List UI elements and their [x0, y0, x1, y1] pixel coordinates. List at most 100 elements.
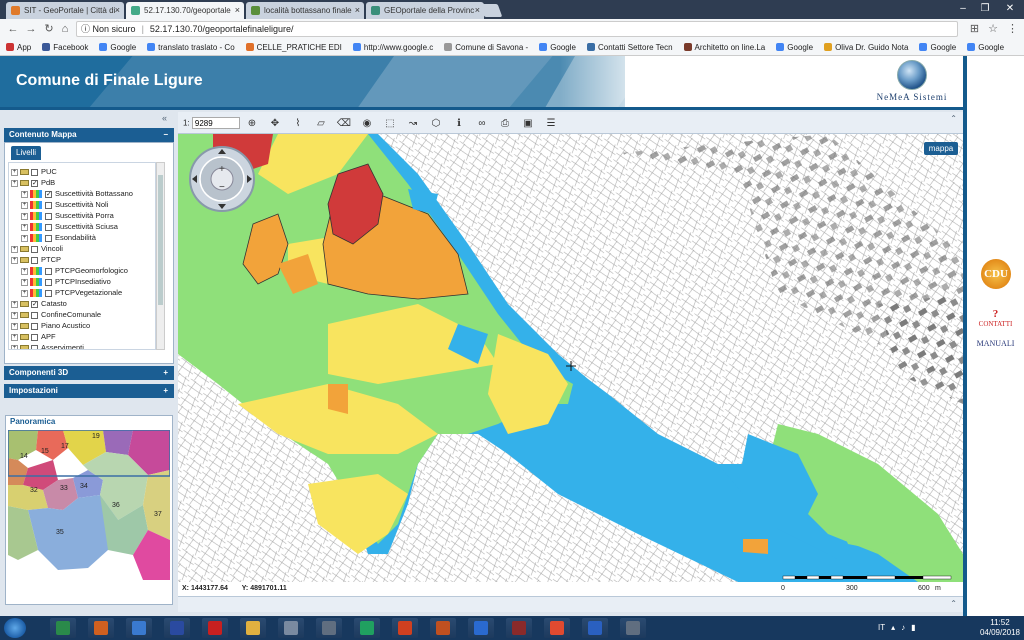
expand-node-icon[interactable]: +	[11, 179, 18, 187]
tab-livelli[interactable]: Livelli	[11, 146, 42, 160]
bookmark-item[interactable]: Google	[99, 43, 136, 52]
componenti-3d-header[interactable]: Componenti 3D +	[4, 366, 174, 380]
taskbar-app-icon[interactable]	[278, 618, 304, 638]
network-icon[interactable]: ▮	[911, 623, 915, 632]
expand-icon[interactable]: +	[163, 366, 168, 380]
taskbar-app-icon[interactable]	[202, 618, 228, 638]
taskbar-app-icon[interactable]	[468, 618, 494, 638]
bookmark-item[interactable]: Google	[967, 43, 1004, 52]
layer-tree-row[interactable]: + Vincoli	[11, 243, 63, 254]
taskbar-app-icon[interactable]	[582, 618, 608, 638]
maximize-icon[interactable]: ❐	[974, 0, 996, 19]
new-tab-button[interactable]	[479, 4, 503, 17]
expand-node-icon[interactable]: +	[11, 245, 18, 253]
layer-tree-row[interactable]: + PTCPVegetazionale	[21, 287, 122, 298]
layer-checkbox[interactable]: ✓	[31, 300, 38, 308]
browser-tab[interactable]: 52.17.130.70/geoportale ×	[126, 2, 244, 19]
expand-node-icon[interactable]: +	[11, 256, 18, 264]
layer-checkbox[interactable]	[45, 278, 52, 286]
identify-icon[interactable]: ◉	[359, 115, 375, 131]
expand-node-icon[interactable]: +	[21, 190, 28, 198]
expand-node-icon[interactable]: +	[11, 168, 18, 176]
pan-icon[interactable]: ✥	[267, 115, 283, 131]
layer-checkbox[interactable]	[45, 234, 52, 242]
expand-node-icon[interactable]: +	[11, 311, 18, 319]
layer-tree-row[interactable]: + ✓ Suscettività Bottassano	[21, 188, 133, 199]
layer-checkbox[interactable]	[31, 256, 38, 264]
select-area-icon[interactable]: ⬡	[428, 115, 444, 131]
bookmark-item[interactable]: Contatti Settore Tecn	[586, 43, 673, 52]
layer-checkbox[interactable]	[45, 201, 52, 209]
bookmark-item[interactable]: CELLE_PRATICHE EDI	[245, 43, 342, 52]
translate-icon[interactable]: ⊞	[970, 22, 979, 35]
forward-icon[interactable]: →	[24, 22, 38, 36]
taskbar-app-icon[interactable]	[88, 618, 114, 638]
select-icon[interactable]: ⬚	[382, 115, 398, 131]
menu-icon[interactable]: ⋮	[1007, 22, 1018, 35]
layer-checkbox[interactable]	[45, 223, 52, 231]
bookmark-item[interactable]: translato traslato - Co	[147, 43, 235, 52]
info-icon[interactable]: ℹ	[451, 115, 467, 131]
layer-tree-scrollbar[interactable]	[156, 162, 165, 350]
taskbar-app-icon[interactable]	[164, 618, 190, 638]
cdu-button[interactable]: CDU	[981, 259, 1011, 289]
layer-checkbox[interactable]	[31, 168, 38, 176]
expand-node-icon[interactable]: +	[21, 267, 28, 275]
layer-checkbox[interactable]: ✓	[31, 179, 38, 187]
taskbar-app-icon[interactable]	[544, 618, 570, 638]
contatti-link[interactable]: ? CONTATTI	[967, 308, 1024, 328]
contenuto-mappa-header[interactable]: Contenuto Mappa −	[4, 128, 174, 142]
expand-node-icon[interactable]: +	[21, 201, 28, 209]
taskbar-app-icon[interactable]	[50, 618, 76, 638]
layer-tree-row[interactable]: + ✓ Catasto	[11, 298, 67, 309]
layer-checkbox[interactable]	[31, 245, 38, 253]
start-button[interactable]	[4, 618, 26, 638]
layer-tree-row[interactable]: + PTCPInsediativo	[21, 276, 111, 287]
info-circle-icon[interactable]: ⓘ	[81, 24, 90, 34]
layer-checkbox[interactable]	[45, 289, 52, 297]
layer-tree-row[interactable]: + PTCPGeomorfologico	[21, 265, 128, 276]
volume-icon[interactable]: ♪	[901, 623, 905, 632]
bookmark-item[interactable]: Oliva Dr. Guido Nota	[824, 43, 908, 52]
select-line-icon[interactable]: ↝	[405, 115, 421, 131]
taskbar-app-icon[interactable]	[430, 618, 456, 638]
minimize-icon[interactable]: –	[952, 0, 974, 19]
bookmark-item[interactable]: Comune di Savona -	[444, 43, 528, 52]
layer-checkbox[interactable]	[31, 344, 38, 349]
bookmark-item[interactable]: http://www.google.c	[352, 43, 433, 52]
taskbar-app-icon[interactable]	[126, 618, 152, 638]
home-icon[interactable]: ⌂	[58, 22, 72, 36]
browser-tab[interactable]: località bottassano finale ×	[246, 2, 364, 19]
taskbar-app-icon[interactable]	[392, 618, 418, 638]
expand-node-icon[interactable]: +	[11, 322, 18, 330]
layer-tree-row[interactable]: + ConfineComunale	[11, 309, 101, 320]
save-icon[interactable]: ▣	[520, 115, 536, 131]
layer-checkbox[interactable]	[45, 267, 52, 275]
browser-tab[interactable]: SIT - GeoPortale | Città di ×	[6, 2, 124, 19]
clock[interactable]: 11:52 04/09/2018	[980, 618, 1020, 638]
bookmark-item[interactable]: Google	[919, 43, 956, 52]
layer-tree-row[interactable]: + Suscettività Noli	[21, 199, 108, 210]
expand-node-icon[interactable]: +	[11, 333, 18, 341]
taskbar-app-icon[interactable]	[620, 618, 646, 638]
back-icon[interactable]: ←	[6, 22, 20, 36]
layer-tree-row[interactable]: + ✓ PdB	[11, 177, 55, 188]
browser-tab[interactable]: GEOportale della Provinc ×	[366, 2, 484, 19]
layer-tree-row[interactable]: + Piano Acustico	[11, 320, 90, 331]
layer-checkbox[interactable]	[31, 333, 38, 341]
bookmark-star-icon[interactable]: ☆	[988, 22, 998, 35]
expand-node-icon[interactable]: +	[21, 289, 28, 297]
manuali-link[interactable]: MANUALI	[967, 339, 1024, 348]
binoculars-icon[interactable]: ∞	[474, 115, 490, 131]
taskbar-app-icon[interactable]	[506, 618, 532, 638]
overview-map[interactable]: 19 17 14 15 32 33 34 36 35 37	[8, 430, 170, 580]
layer-tree-row[interactable]: + Suscettività Porra	[21, 210, 114, 221]
reload-icon[interactable]: ↻	[42, 22, 56, 36]
layer-tree-row[interactable]: + APF	[11, 331, 56, 342]
bookmark-item[interactable]: App	[6, 43, 31, 52]
taskbar-app-icon[interactable]	[240, 618, 266, 638]
zoom-icon[interactable]: ⊕	[244, 115, 260, 131]
layer-tree-row[interactable]: + PUC	[11, 166, 57, 177]
expand-node-icon[interactable]: +	[21, 223, 28, 231]
taskbar-app-icon[interactable]	[316, 618, 342, 638]
